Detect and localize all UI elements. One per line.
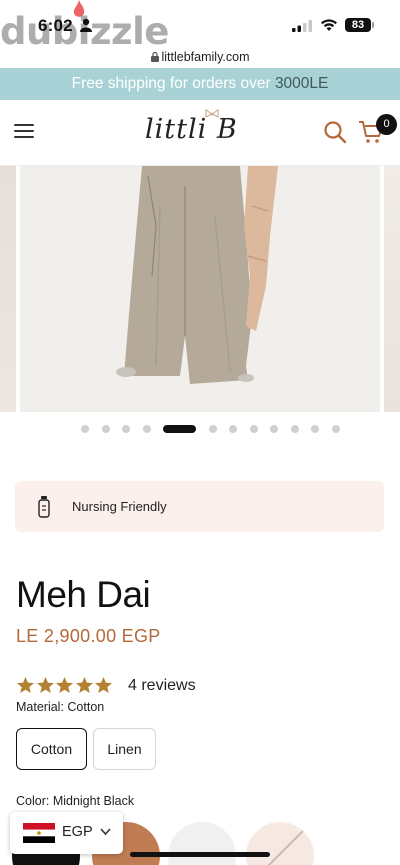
gallery-dot[interactable]	[208, 425, 217, 433]
next-slide[interactable]	[384, 166, 400, 412]
gallery-dot[interactable]	[249, 425, 258, 433]
feature-badge: Nursing Friendly	[15, 481, 384, 532]
shipping-text: Free shipping for orders over	[71, 75, 275, 92]
flame-icon	[73, 0, 85, 17]
product-gallery[interactable]	[0, 166, 400, 414]
previous-slide[interactable]	[0, 166, 16, 412]
gallery-dot[interactable]	[311, 425, 319, 433]
star-icon	[17, 677, 34, 693]
star-icon	[75, 677, 93, 693]
gallery-dot[interactable]	[229, 425, 237, 433]
status-bar: dubizzle 6:02 83 littlebfamily.com	[0, 0, 400, 64]
lock-icon	[150, 52, 159, 62]
reviews-link[interactable]: 4 reviews	[128, 677, 196, 695]
battery-tip	[372, 22, 374, 28]
gallery-dot[interactable]	[290, 425, 299, 433]
signal-icon	[292, 20, 312, 32]
bottle-icon	[38, 496, 50, 518]
url-text: littlebfamily.com	[161, 50, 250, 64]
shipping-banner: Free shipping for orders over 3000LE	[0, 68, 400, 100]
wifi-icon	[321, 19, 337, 31]
menu-icon[interactable]	[14, 124, 34, 140]
chevron-down-icon	[100, 828, 111, 836]
search-icon[interactable]	[323, 120, 347, 144]
gallery-dot[interactable]	[331, 425, 340, 433]
star-icon	[56, 677, 73, 693]
feature-label: Nursing Friendly	[72, 499, 167, 514]
home-indicator	[130, 852, 270, 857]
gallery-dot[interactable]	[142, 425, 151, 433]
currency-selector[interactable]: EGP	[10, 812, 123, 854]
material-option-linen[interactable]: Linen	[93, 728, 156, 770]
product-photo	[20, 166, 380, 412]
product-image[interactable]	[20, 166, 380, 412]
color-swatch-blush[interactable]	[246, 822, 314, 865]
color-swatch-light-grey[interactable]	[168, 822, 236, 865]
url-bar[interactable]: littlebfamily.com	[0, 50, 400, 64]
egypt-flag-icon	[23, 823, 55, 843]
gallery-dot-active[interactable]	[163, 425, 196, 433]
gallery-dot[interactable]	[122, 425, 130, 433]
person-icon	[80, 18, 92, 32]
site-logo[interactable]: littli B	[145, 114, 238, 145]
material-label: Material: Cotton	[16, 700, 105, 714]
site-header: littli B 0	[0, 100, 400, 166]
product-title: Meh Dai	[16, 574, 151, 615]
gallery-dot[interactable]	[270, 425, 278, 433]
color-label: Color: Midnight Black	[16, 794, 135, 808]
star-icon	[95, 677, 112, 693]
product-price: LE 2,900.00 EGP	[16, 626, 161, 646]
gallery-dot[interactable]	[101, 425, 110, 433]
bow-icon	[205, 109, 219, 118]
currency-code: EGP	[62, 824, 93, 840]
rating-stars[interactable]	[16, 676, 114, 696]
gallery-pagination	[0, 423, 400, 435]
cart-count-badge[interactable]: 0	[376, 114, 397, 135]
star-icon	[36, 677, 54, 693]
material-option-cotton[interactable]: Cotton	[16, 728, 87, 770]
clock: 6:02	[38, 16, 73, 35]
shipping-amount: 3000LE	[274, 75, 329, 92]
battery-icon: 83	[345, 18, 371, 32]
gallery-dot[interactable]	[81, 425, 89, 433]
